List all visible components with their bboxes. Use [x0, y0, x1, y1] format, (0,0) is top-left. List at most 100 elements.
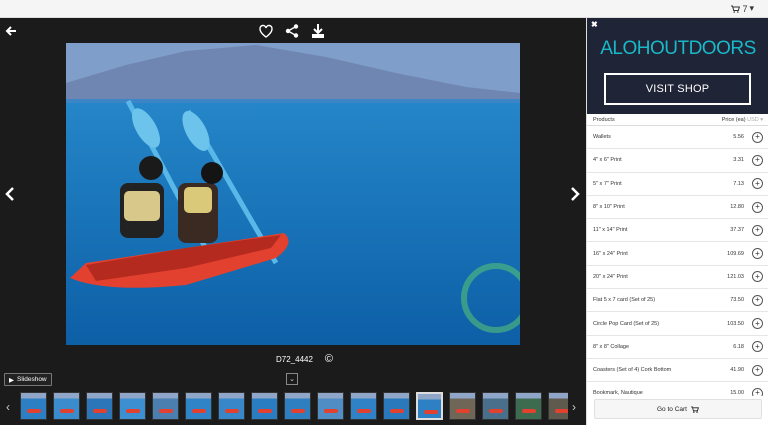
product-name: 8" x 8" Collage [593, 343, 630, 350]
photo-thumbnail[interactable] [251, 392, 278, 420]
thumbnail-kayak [159, 409, 173, 413]
add-to-cart-button[interactable]: + [752, 294, 763, 306]
go-to-cart-button[interactable]: Go to Cart [594, 399, 762, 419]
cart-count: 7 [742, 3, 748, 14]
previous-photo-arrow[interactable] [4, 186, 16, 202]
products-header-label: Products [593, 116, 615, 123]
cart-icon [691, 405, 699, 413]
add-to-cart-button[interactable]: + [752, 387, 763, 396]
product-name: 20" x 24" Print [593, 273, 628, 280]
thumbnail-kayak [424, 410, 438, 414]
strip-right-arrow[interactable]: › [572, 400, 576, 414]
add-to-cart-button[interactable]: + [752, 318, 763, 330]
product-price: 73.50 [730, 297, 744, 304]
thumbnail-kayak [489, 409, 503, 413]
photo-caption: D72_4442 © [276, 353, 333, 365]
shop-panel: ✖ ALOHOUTDOORS VISIT SHOP Products Price… [586, 18, 768, 425]
add-to-cart-button[interactable]: + [752, 364, 763, 376]
product-row: 8" x 8" Collage 6.18 + [587, 336, 768, 359]
photo-thumbnail[interactable] [20, 392, 47, 420]
add-to-cart-button[interactable]: + [752, 178, 763, 190]
photo-toolbar [258, 23, 326, 39]
photo-thumbnail[interactable] [383, 392, 410, 420]
product-row: 5" x 7" Print 7.13 + [587, 173, 768, 196]
price-header-label: Price (ea) [721, 116, 746, 123]
add-to-cart-button[interactable]: + [752, 248, 763, 260]
photo-thumbnail[interactable] [350, 392, 377, 420]
add-to-cart-button[interactable]: + [752, 154, 763, 166]
photo-thumbnail[interactable] [86, 392, 113, 420]
currency-select[interactable]: USD ▾ [747, 117, 763, 123]
photo-thumbnail[interactable] [218, 392, 245, 420]
plus-icon: + [755, 202, 760, 212]
thumbnail-kayak [324, 409, 338, 413]
slideshow-label: Slideshow [17, 376, 47, 383]
thumbnail-kayak [126, 409, 140, 413]
photo-thumbnail[interactable] [515, 392, 542, 420]
cart-menu[interactable]: 7 ▾ [731, 3, 754, 14]
add-to-cart-button[interactable]: + [752, 341, 763, 353]
photo-thumbnail[interactable] [317, 392, 344, 420]
cart-icon [731, 5, 741, 13]
add-to-cart-button[interactable]: + [752, 201, 763, 213]
go-to-cart-label: Go to Cart [657, 405, 687, 413]
product-price: 7.13 [733, 180, 744, 187]
photo-thumbnail[interactable] [152, 392, 179, 420]
product-price: 121.03 [727, 273, 744, 280]
plus-icon: + [755, 155, 760, 165]
brand-logo: ALOHOUTDOORS [600, 38, 756, 59]
product-price: 103.50 [727, 320, 744, 327]
photo-thumbnail[interactable] [185, 392, 212, 420]
plus-icon: + [755, 295, 760, 305]
product-name: Bookmark, Nautique [593, 390, 643, 396]
thumbnail-kayak [357, 409, 371, 413]
thumbnail-strip: ‹ › [0, 390, 586, 425]
add-to-cart-button[interactable]: + [752, 131, 763, 143]
thumbnail-kayak [555, 409, 568, 413]
close-icon[interactable]: ✖ [591, 20, 598, 29]
download-icon[interactable] [310, 23, 326, 39]
price-header: Price (ea) USD ▾ [722, 117, 763, 123]
back-arrow-icon[interactable] [4, 24, 18, 38]
add-to-cart-button[interactable]: + [752, 224, 763, 236]
plus-icon: + [755, 388, 760, 396]
plus-icon: + [755, 341, 760, 351]
product-row: 20" x 24" Print 121.03 + [587, 266, 768, 290]
plus-icon: + [755, 365, 760, 375]
photo-thumbnail[interactable] [449, 392, 476, 420]
product-row: Wallets 5.56 + [587, 126, 768, 150]
chevron-down-icon: ⌄ [289, 376, 295, 383]
product-price: 37.37 [730, 227, 744, 234]
thumbnail-kayak [258, 409, 272, 413]
main-photo [66, 43, 520, 345]
copyright-icon: © [324, 353, 334, 365]
next-photo-arrow[interactable] [569, 186, 581, 202]
thumbnail-kayak [291, 409, 305, 413]
product-name: Wallets [593, 134, 611, 141]
share-icon[interactable] [284, 23, 300, 39]
photo-thumbnail[interactable] [53, 392, 80, 420]
collapse-strip-button[interactable]: ⌄ [286, 373, 298, 385]
plus-icon: + [755, 318, 760, 328]
photo-viewer: D72_4442 © ▶ Slideshow ⌄ ‹ › [0, 18, 586, 425]
plus-icon: + [755, 225, 760, 235]
heart-icon[interactable] [258, 23, 274, 39]
play-icon: ▶ [9, 376, 14, 384]
photo-thumbnail[interactable] [548, 392, 568, 420]
add-to-cart-button[interactable]: + [752, 271, 763, 283]
visit-shop-button[interactable]: VISIT SHOP [604, 73, 751, 105]
product-name: Coasters (Set of 4) Cork Bottom [593, 367, 672, 374]
photo-thumbnail[interactable] [416, 392, 443, 420]
photo-thumbnail[interactable] [284, 392, 311, 420]
product-price: 12.80 [730, 204, 744, 211]
product-name: 4" x 6" Print [593, 157, 622, 164]
product-row: 8" x 10" Print 12.80 + [587, 196, 768, 220]
plus-icon: + [755, 271, 760, 281]
photo-thumbnail[interactable] [119, 392, 146, 420]
strip-left-arrow[interactable]: ‹ [6, 400, 10, 414]
slideshow-button[interactable]: ▶ Slideshow [4, 373, 52, 386]
photo-id: D72_4442 [276, 354, 313, 364]
products-header: Products Price (ea) USD ▾ [587, 114, 768, 126]
plus-icon: + [755, 248, 760, 258]
photo-thumbnail[interactable] [482, 392, 509, 420]
